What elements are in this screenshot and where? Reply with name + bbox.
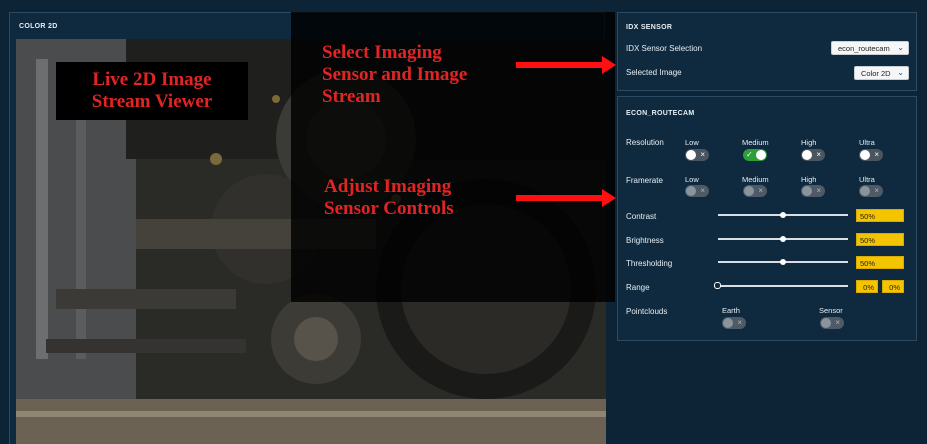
resolution-option-label: Medium xyxy=(742,138,769,147)
callout-line: Live 2D Image xyxy=(92,69,212,90)
slider-thumb[interactable] xyxy=(714,282,721,289)
pointclouds-option-label: Sensor xyxy=(819,306,843,315)
toggle-knob xyxy=(802,186,812,196)
controls-callout: Adjust Imaging Sensor Controls xyxy=(324,176,504,220)
toggle-knob xyxy=(686,186,696,196)
callout-line: Sensor and Image xyxy=(322,64,468,85)
toggle-knob xyxy=(686,150,696,160)
toggle-knob xyxy=(821,318,831,328)
slider-thumb[interactable] xyxy=(780,212,786,218)
cross-icon: × xyxy=(874,186,879,195)
cross-icon: × xyxy=(737,318,742,327)
viewer-title: COLOR 2D xyxy=(19,23,58,30)
selected-image-value: Color 2D xyxy=(861,69,891,78)
framerate-ultra-toggle[interactable]: × xyxy=(859,185,883,197)
pointclouds-option-label: Earth xyxy=(722,306,740,315)
framerate-high-toggle[interactable]: × xyxy=(801,185,825,197)
idx-sensor-title: IDX SENSOR xyxy=(626,24,673,31)
thresholding-slider[interactable] xyxy=(718,256,848,268)
contrast-label: Contrast xyxy=(626,212,657,221)
slider-thumb[interactable] xyxy=(780,236,786,242)
sensor-selection-value: econ_routecam xyxy=(838,44,890,53)
range-min-value[interactable]: 0% xyxy=(856,280,878,293)
range-slider[interactable] xyxy=(714,280,848,292)
callout-line: Stream Viewer xyxy=(91,91,213,112)
viewer-callout: Live 2D Image Stream Viewer xyxy=(56,62,248,120)
pointclouds-earth-toggle[interactable]: × xyxy=(722,317,746,329)
callout-line: Stream xyxy=(322,86,381,107)
callout-line: Select Imaging xyxy=(322,42,442,63)
app-window: COLOR 2D IDX SENSOR IDX Sensor Selection… xyxy=(0,0,927,444)
framerate-option-label: High xyxy=(801,175,817,184)
callout-line: Sensor Controls xyxy=(324,198,454,219)
slider-thumb[interactable] xyxy=(780,259,786,265)
idx-sensor-panel: IDX SENSOR IDX Sensor Selection econ_rou… xyxy=(617,12,917,91)
contrast-value[interactable]: 50% xyxy=(856,209,904,222)
cross-icon: × xyxy=(874,150,879,159)
thresholding-value[interactable]: 50% xyxy=(856,256,904,269)
cross-icon: × xyxy=(700,150,705,159)
toggle-knob xyxy=(756,150,766,160)
framerate-option-label: Ultra xyxy=(859,175,875,184)
camera-controls-panel: ECON_ROUTECAM Resolution Low Medium High… xyxy=(617,96,917,341)
arrow-right-icon xyxy=(516,189,616,207)
callout-line: Adjust Imaging xyxy=(324,176,452,197)
framerate-low-toggle[interactable]: × xyxy=(685,185,709,197)
slider-track xyxy=(714,285,848,287)
cross-icon: × xyxy=(835,318,840,327)
toggle-knob xyxy=(860,150,870,160)
brightness-value[interactable]: 50% xyxy=(856,233,904,246)
resolution-option-label: Low xyxy=(685,138,699,147)
resolution-low-toggle[interactable]: × xyxy=(685,149,709,161)
range-max-value[interactable]: 0% xyxy=(882,280,904,293)
toggle-knob xyxy=(723,318,733,328)
camera-title: ECON_ROUTECAM xyxy=(626,110,695,117)
resolution-ultra-toggle[interactable]: × xyxy=(859,149,883,161)
framerate-medium-toggle[interactable]: × xyxy=(743,185,767,197)
framerate-option-label: Medium xyxy=(742,175,769,184)
resolution-medium-toggle[interactable]: ✓ xyxy=(743,149,767,161)
resolution-label: Resolution xyxy=(626,138,664,147)
resolution-high-toggle[interactable]: × xyxy=(801,149,825,161)
pointclouds-label: Pointclouds xyxy=(626,307,668,316)
selected-image-dropdown[interactable]: Color 2D ⌄ xyxy=(854,66,909,80)
chevron-down-icon: ⌄ xyxy=(897,68,904,77)
sensor-selection-dropdown[interactable]: econ_routecam ⌄ xyxy=(831,41,909,55)
sensor-selection-label: IDX Sensor Selection xyxy=(626,44,703,53)
cross-icon: × xyxy=(700,186,705,195)
arrow-right-icon xyxy=(516,56,616,74)
range-label: Range xyxy=(626,283,650,292)
brightness-slider[interactable] xyxy=(718,233,848,245)
selected-image-label: Selected Image xyxy=(626,68,682,77)
resolution-option-label: Ultra xyxy=(859,138,875,147)
check-icon: ✓ xyxy=(746,150,753,159)
sensor-callout: Select Imaging Sensor and Image Stream xyxy=(322,42,502,108)
chevron-down-icon: ⌄ xyxy=(897,43,904,52)
brightness-label: Brightness xyxy=(626,236,664,245)
thresholding-label: Thresholding xyxy=(626,259,673,268)
cross-icon: × xyxy=(816,150,821,159)
resolution-option-label: High xyxy=(801,138,817,147)
framerate-label: Framerate xyxy=(626,176,663,185)
cross-icon: × xyxy=(758,186,763,195)
toggle-knob xyxy=(744,186,754,196)
cross-icon: × xyxy=(816,186,821,195)
contrast-slider[interactable] xyxy=(718,209,848,221)
framerate-option-label: Low xyxy=(685,175,699,184)
toggle-knob xyxy=(802,150,812,160)
pointclouds-sensor-toggle[interactable]: × xyxy=(820,317,844,329)
toggle-knob xyxy=(860,186,870,196)
